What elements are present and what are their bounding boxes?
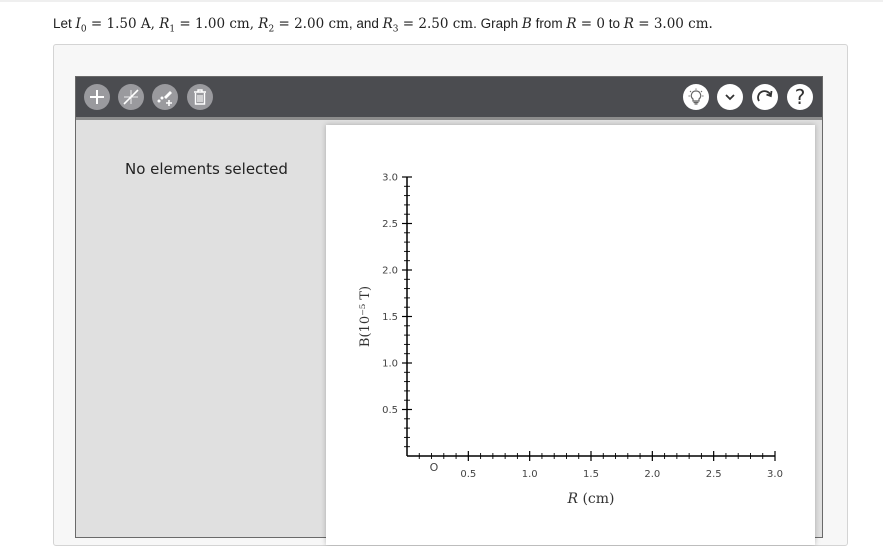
line-tool-button[interactable]: [118, 84, 144, 110]
r3-value: = 2.50 cm: [398, 16, 474, 32]
var-r: R: [566, 16, 577, 32]
problem-text: . Graph: [473, 16, 522, 31]
y-tick-label: 1.5: [382, 312, 398, 323]
var-r2: R: [258, 16, 269, 32]
r1-value: = 1.00 cm,: [175, 16, 259, 32]
point-tool-icon: [157, 91, 172, 106]
x-tick-label: 3.0: [767, 469, 783, 480]
hint-lightbulb-icon: [688, 88, 704, 105]
x-tick-label: 2.0: [644, 469, 660, 480]
origin-label: O: [430, 461, 439, 474]
graphing-tool: ? No elements selected O 0.5 1.0 1.5 2.0 2.5 3…: [75, 76, 823, 545]
y-tick-label: 2.0: [382, 266, 398, 277]
graph-svg[interactable]: O 0.5 1.0 1.5 2.0 2.5 3.0 0.5 1.0 1.5 2.0 2.5 3.0 R …: [326, 125, 815, 545]
ticks-layer: [402, 176, 776, 461]
x-tick-label: 0.5: [460, 469, 476, 480]
problem-text: , and: [348, 16, 383, 31]
problem-text: Let: [53, 16, 76, 31]
x-tick-label: 2.5: [706, 469, 722, 480]
hint-button[interactable]: [683, 84, 709, 110]
add-button[interactable]: [84, 84, 110, 110]
toolbar: ?: [76, 77, 822, 120]
add-icon: [90, 90, 104, 104]
problem-text: to: [604, 16, 624, 31]
point-tool-button[interactable]: [152, 84, 178, 110]
delete-button[interactable]: [187, 84, 213, 110]
from-value: = 0: [576, 16, 605, 32]
x-tick-label: 1.5: [583, 469, 599, 480]
y-tick-label: 2.5: [382, 219, 398, 230]
x-axis-var: R: [566, 491, 578, 507]
redo-icon: [757, 90, 773, 102]
var-r: R: [623, 16, 634, 32]
y-tick-label: 3.0: [382, 173, 398, 184]
to-value: = 3.00 cm.: [633, 16, 713, 32]
y-axis-label: B(10⁻⁵ T): [358, 286, 373, 347]
i0-value: = 1.50 A,: [86, 16, 160, 32]
var-r1: R: [159, 16, 170, 32]
x-axis-unit: (cm): [578, 491, 615, 507]
help-button[interactable]: ?: [787, 84, 813, 110]
problem-text: from: [531, 16, 567, 31]
top-divider: [0, 0, 883, 2]
help-icon: ?: [794, 85, 806, 109]
x-axis-label: R (cm): [566, 491, 614, 507]
trash-icon: [194, 89, 206, 105]
chevron-down-icon: [725, 94, 735, 101]
graph-canvas[interactable]: O 0.5 1.0 1.5 2.0 2.5 3.0 0.5 1.0 1.5 2.0 2.5 3.0 R …: [326, 125, 815, 545]
line-tool-icon: [123, 89, 139, 105]
var-b: B: [521, 16, 532, 32]
problem-statement: Let I0 = 1.50 A, R1 = 1.00 cm, R2 = 2.00…: [53, 16, 713, 35]
r2-value: = 2.00 cm: [274, 16, 349, 32]
labels-layer: O 0.5 1.0 1.5 2.0 2.5 3.0 0.5 1.0 1.5 2.0 2.5 3.0: [382, 173, 783, 481]
redo-button[interactable]: [752, 84, 778, 110]
y-tick-label: 1.0: [382, 359, 398, 370]
x-tick-label: 1.0: [522, 469, 538, 480]
options-dropdown-button[interactable]: [717, 84, 743, 110]
var-r3: R: [382, 16, 393, 32]
selection-status: No elements selected: [125, 160, 288, 178]
y-tick-label: 0.5: [382, 405, 398, 416]
